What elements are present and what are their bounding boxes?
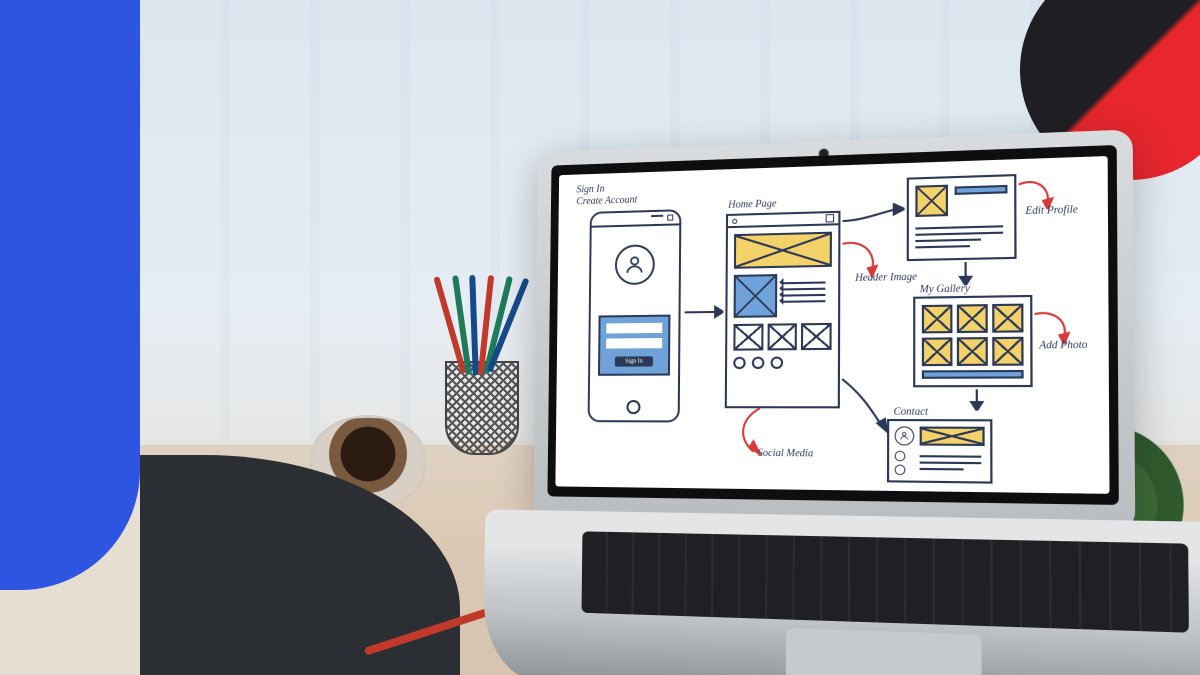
edit-profile-title: Edit Profile [1025,204,1077,217]
home-feature-image [734,274,778,318]
arrow-signin-to-home [683,302,724,323]
social-icon-2[interactable] [752,357,765,369]
home-thumb-2 [767,323,797,350]
contact-hero [920,426,985,446]
arrow-home-to-profile [840,203,904,226]
social-icon-3[interactable] [771,356,784,368]
header-image-note: Header Image [855,271,917,284]
arrow-gallery-to-contact [968,387,986,411]
home-title: Home Page [728,198,776,211]
social-media-note: Social Media [758,448,814,460]
contact-frame [887,419,993,484]
signin-password-field[interactable] [606,338,662,349]
gallery-frame [913,295,1033,387]
arrow-home-to-contact [840,373,889,436]
profile-name-bar [955,185,1008,195]
gallery-thumb-2 [957,304,988,333]
gallery-footer-bar [922,370,1024,379]
signin-link-label: Sign In [576,184,604,196]
signin-username-field[interactable] [606,323,662,334]
home-button-icon [626,400,640,414]
home-frame [725,211,841,409]
contact-title: Contact [894,406,928,418]
gallery-thumb-3 [992,304,1023,333]
laptop-trackpad [786,628,982,675]
arrow-profile-to-gallery [957,260,975,286]
profile-photo-placeholder [915,185,948,217]
add-photo-note: Add Photo [1039,339,1087,351]
overlay-blue-shape [0,0,140,590]
pencil-cup [435,295,525,455]
gallery-thumb-5 [957,337,988,366]
gallery-thumb-1 [922,305,953,334]
edit-profile-frame [907,174,1017,261]
home-header-image [734,232,832,269]
social-icon-1[interactable] [733,357,745,369]
create-account-link-label: Create Account [576,194,637,207]
gallery-thumb-4 [922,337,953,366]
home-thumb-3 [801,323,831,350]
signin-submit-button[interactable]: Sign In [615,356,653,366]
signin-frame: Sign In [588,209,682,422]
contact-avatar-icon [895,426,915,445]
gallery-thumb-6 [992,337,1023,366]
laptop: Sign In Create Account [532,129,1136,675]
gallery-title: My Gallery [920,283,970,295]
signin-form-panel: Sign In [598,315,670,376]
avatar-icon [615,244,655,285]
home-thumb-1 [733,324,763,351]
laptop-screen: Sign In Create Account [555,156,1109,494]
scene: Sign In Create Account [0,0,1200,675]
